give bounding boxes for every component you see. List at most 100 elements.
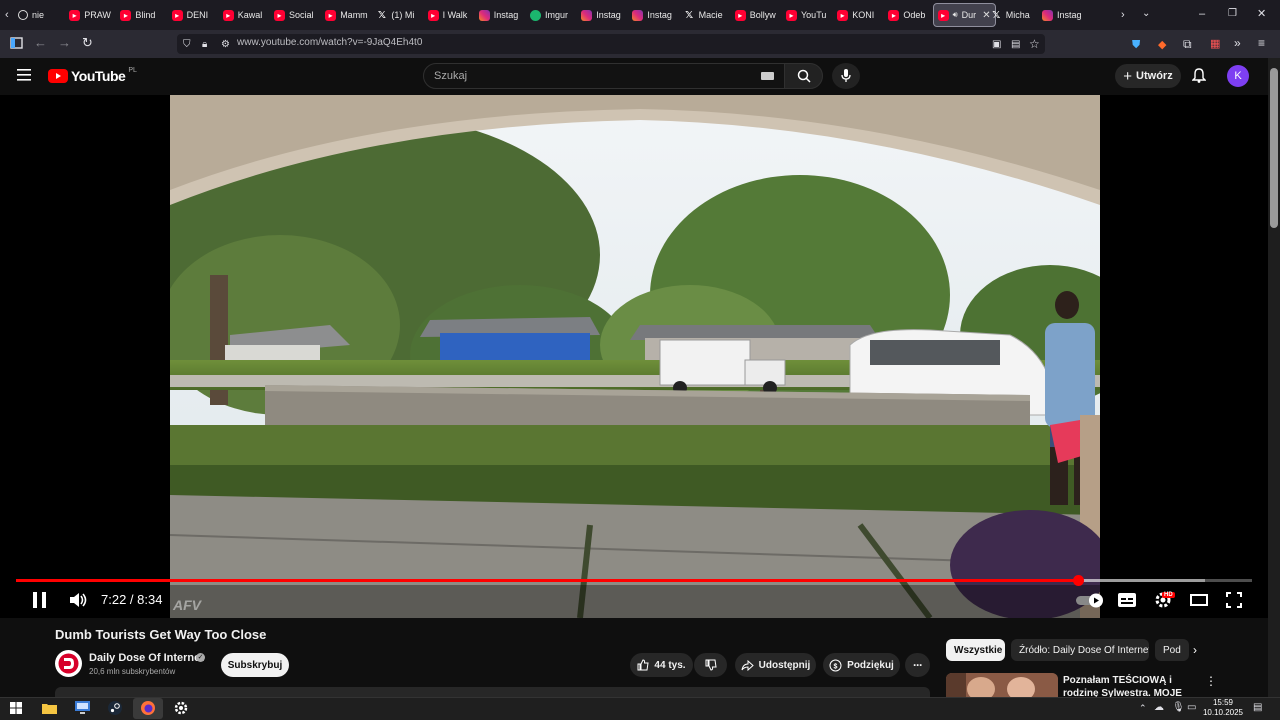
onedrive-icon[interactable]: ☁ [1154,701,1164,715]
channel-avatar[interactable] [55,650,82,677]
thanks-button[interactable]: $ Podziękuj [823,653,900,677]
restore-icon[interactable]: ❐ [1228,7,1237,21]
description-box[interactable] [55,687,930,697]
browser-tab[interactable]: Instag [577,3,625,27]
sidebar-toggle-icon[interactable] [10,37,23,49]
filter-chip[interactable]: Wszystkie [946,639,1005,661]
hd-badge: HD [1162,592,1175,598]
voice-search-button[interactable] [832,63,860,89]
close-window-icon[interactable]: ✕ [1257,7,1266,21]
notifications-bell-icon[interactable] [1192,68,1206,83]
video-frame[interactable] [170,95,1100,618]
network-icon[interactable]: ▭ [1187,701,1196,715]
region-code: PL [128,66,137,74]
search-input[interactable] [423,63,785,89]
app-menu-icon[interactable]: ≡ [1258,36,1265,50]
windows-start-icon[interactable] [10,702,22,714]
microphone-icon [841,69,851,82]
browser-tab[interactable]: ▸ Blind [116,3,164,27]
account-avatar[interactable]: K [1227,65,1249,87]
clock-date: 10.10.2025 [1202,708,1244,717]
fullscreen-icon[interactable] [1226,592,1242,608]
like-button[interactable]: 44 tys. [630,653,693,677]
browser-tab[interactable]: ▸ Bollyw [731,3,779,27]
reader-view-icon[interactable]: ▤ [1011,38,1020,52]
browser-tab[interactable]: ▸ PRAW [65,3,113,27]
browser-tab[interactable]: 𝕏 Micha [987,3,1035,27]
lock-icon[interactable]: 🔒︎ [202,38,207,52]
settings-app-icon[interactable] [174,701,188,715]
bookmark-star-icon[interactable]: ☆ [1029,37,1040,51]
reload-icon[interactable]: ↻ [82,36,93,50]
browser-tab[interactable]: ▸ YouTu [782,3,830,27]
share-button[interactable]: Udostępnij [735,653,816,677]
autoplay-toggle-icon[interactable] [1076,593,1106,608]
create-button[interactable]: + Utwórz [1115,64,1181,88]
browser-tab[interactable]: ▸ KONI [833,3,881,27]
tab-audio-icon[interactable]: 🔊︎ [953,10,958,20]
browser-tab[interactable]: ▸ Kawal [219,3,267,27]
browser-tab-label: YouTu [801,10,827,20]
overflow-menu-icon[interactable]: » [1234,36,1241,50]
filter-chip[interactable]: Źródło: Daily Dose Of Internet [1011,639,1149,661]
browser-tab[interactable]: ▸ Odeb [884,3,932,27]
browser-tab[interactable]: Instag [1038,3,1086,27]
scrollbar-thumb[interactable] [1270,68,1278,228]
browser-tab[interactable]: ▸ Mamm [321,3,369,27]
extension-badge-icon[interactable]: ▦ [1210,37,1220,51]
firefox-taskbar-button[interactable] [133,698,163,719]
search-button[interactable] [784,63,823,89]
verified-check-icon: ✓ [196,653,205,662]
keyboard-icon[interactable] [761,72,774,80]
browser-tab[interactable]: 𝕏 Macie [680,3,728,27]
extension-fox-icon[interactable]: ◆ [1158,38,1166,52]
volume-icon[interactable] [70,592,88,608]
forward-icon[interactable]: → [58,36,71,50]
browser-tab[interactable]: ▸ Social [270,3,318,27]
notification-center-icon[interactable]: ▤ [1253,701,1262,715]
shield-icon[interactable]: ⛉ [183,38,191,52]
minimize-icon[interactable]: – [1199,7,1205,21]
scroll-tabs-right-icon[interactable]: › [1121,8,1125,22]
youtube-logo[interactable]: YouTube PL [48,66,137,84]
scroll-tabs-left-icon[interactable]: ‹ [5,8,9,22]
subscribe-button[interactable]: Subskrybuj [221,653,289,677]
dislike-button[interactable] [694,653,727,677]
browser-tab-label: KONI [852,10,875,20]
browser-tab[interactable]: 𝕏 (1) Mi [372,3,420,27]
browser-tab[interactable]: ▸ I Walk [424,3,472,27]
file-explorer-icon[interactable] [42,702,57,714]
tray-overflow-icon[interactable]: ⌃ [1139,701,1147,715]
recommended-video-thumbnail[interactable] [946,673,1058,697]
extension-shield-icon[interactable]: ⛊ [1132,38,1140,52]
browser-tab[interactable]: nie [14,3,62,27]
share-label: Udostępnij [758,659,811,671]
recommended-video-title[interactable]: Poznałam TEŚCIOWĄ i rodzinę Sylwestra. M… [1063,674,1203,697]
subtitles-icon[interactable] [1118,593,1136,607]
steam-icon[interactable] [108,701,122,715]
chips-next-icon[interactable]: › [1193,643,1197,657]
hamburger-menu-icon[interactable] [17,69,31,81]
url-text[interactable]: www.youtube.com/watch?v=-9JaQ4Eh4t0 [237,37,422,48]
back-icon[interactable]: ← [34,36,47,50]
list-all-tabs-icon[interactable]: ⌄ [1142,7,1150,21]
windows-taskbar [0,697,1280,720]
youtube-favicon-icon: ▸ [837,9,849,21]
taskbar-clock[interactable]: 15:59 10.10.2025 [1200,698,1246,718]
browser-tab[interactable]: Instag [628,3,676,27]
rec-more-options-icon[interactable]: ⋮ [1205,674,1217,688]
channel-name[interactable]: Daily Dose Of Internet [89,652,204,664]
remote-desktop-icon[interactable] [75,701,90,714]
filter-chip[interactable]: Pod [1155,639,1189,661]
instagram-favicon-icon [478,9,490,21]
browser-tab[interactable]: ▸ DENI [168,3,216,27]
picture-in-picture-icon[interactable]: ▣ [992,38,1001,52]
permissions-icon[interactable]: ⚙ [221,38,230,52]
microphone-tray-icon[interactable]: 🎙︎ [1172,701,1185,715]
browser-tab[interactable]: Imgur [526,3,574,27]
theater-mode-icon[interactable] [1190,594,1208,606]
pause-icon[interactable] [32,592,47,608]
extensions-icon[interactable]: ⧉ [1183,37,1192,51]
browser-tab[interactable]: Instag [475,3,523,27]
more-actions-button[interactable]: ··· [905,653,930,677]
